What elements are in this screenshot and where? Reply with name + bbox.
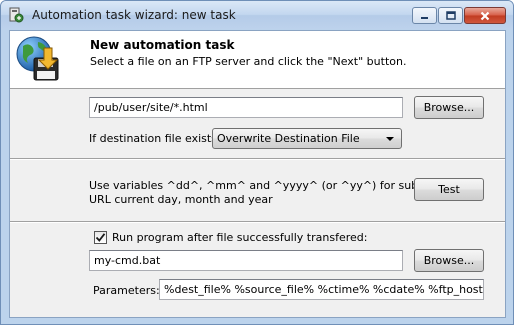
checkmark-icon <box>95 233 106 242</box>
destination-exists-label: If destination file exists: <box>89 132 221 145</box>
chevron-down-icon <box>386 137 394 141</box>
program-browse-button[interactable]: Browse... <box>414 249 484 272</box>
wizard-window: Automation task wizard: new task New aut… <box>0 0 514 325</box>
source-path-input[interactable]: /pub/user/site/*.html <box>89 97 403 118</box>
run-program-checkbox[interactable] <box>94 231 107 244</box>
parameters-label: Parameters: <box>93 284 160 297</box>
divider <box>10 158 505 160</box>
header-title: New automation task <box>90 38 235 52</box>
parameters-input[interactable]: %dest_file% %source_file% %ctime% %cdate… <box>159 279 484 300</box>
destination-exists-select[interactable]: Overwrite Destination File <box>212 128 402 149</box>
maximize-button[interactable] <box>438 7 463 24</box>
title-bar[interactable]: Automation task wizard: new task <box>1 1 513 29</box>
test-button[interactable]: Test <box>414 178 484 201</box>
destination-exists-value: Overwrite Destination File <box>217 132 360 145</box>
run-program-label[interactable]: Run program after file successfully tran… <box>112 231 367 244</box>
window-title: Automation task wizard: new task <box>32 8 236 22</box>
close-icon <box>480 11 490 20</box>
wizard-header: New automation task Select a file on an … <box>10 31 505 89</box>
wizard-body: New automation task Select a file on an … <box>9 30 506 318</box>
close-button[interactable] <box>464 7 506 24</box>
header-subtitle: Select a file on an FTP server and click… <box>90 55 407 68</box>
app-icon <box>9 7 24 23</box>
divider <box>10 221 505 223</box>
minimize-button[interactable] <box>412 7 437 24</box>
source-browse-button[interactable]: Browse... <box>414 96 484 119</box>
globe-disk-download-icon <box>16 36 59 81</box>
variables-hint-line2: URL current day, month and year <box>89 193 273 206</box>
minimize-icon <box>421 17 428 19</box>
program-path-input[interactable]: my-cmd.bat <box>89 250 403 271</box>
maximize-icon <box>445 11 456 20</box>
